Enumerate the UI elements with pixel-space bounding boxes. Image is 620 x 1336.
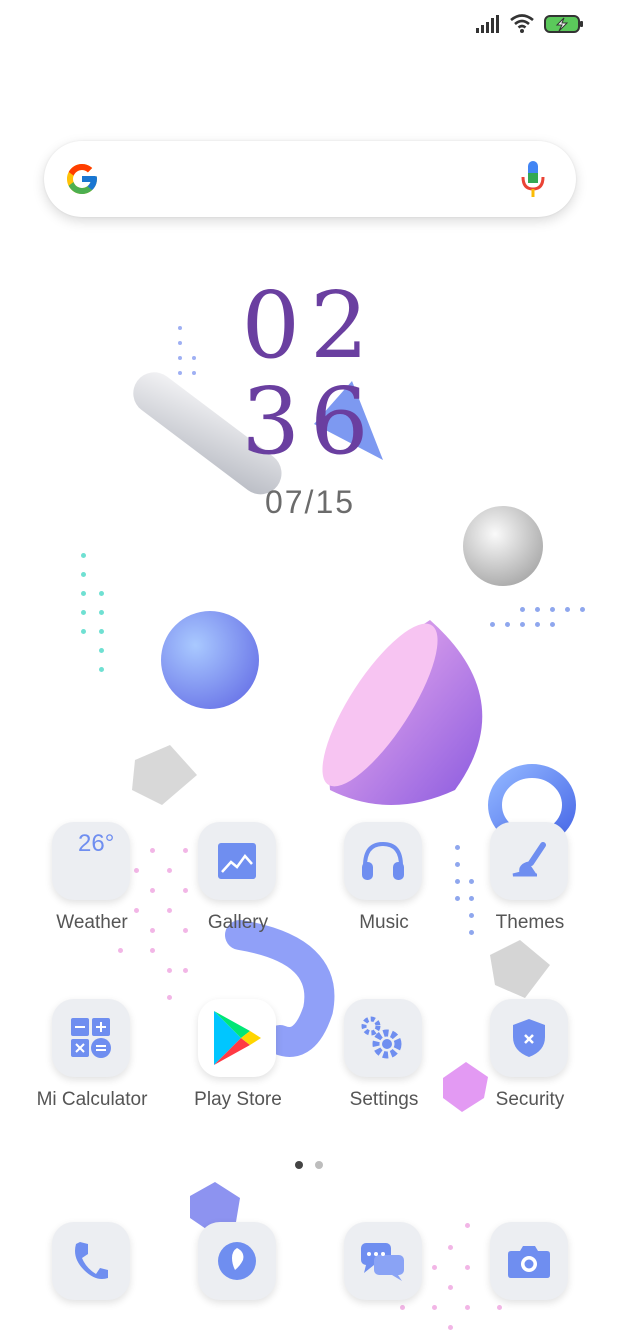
gallery-icon (198, 822, 276, 900)
clock-hour[interactable]: 02 (0, 280, 620, 372)
dock-phone[interactable] (17, 1222, 167, 1302)
gear-icon (344, 999, 422, 1077)
app-label: Security (495, 1089, 565, 1110)
brush-icon (490, 822, 568, 900)
app-label: Play Store (194, 1089, 282, 1110)
app-mi-calculator[interactable]: Mi Calculator (17, 999, 167, 1129)
app-music[interactable]: Music (309, 822, 459, 952)
play-store-icon (198, 999, 276, 1077)
app-label: Gallery (207, 912, 269, 933)
dock-messages[interactable] (309, 1222, 459, 1302)
weather-temp: 26° (78, 830, 115, 857)
app-gallery[interactable]: Gallery (163, 822, 313, 952)
dock-camera[interactable] (455, 1222, 605, 1302)
page-dot-active[interactable] (295, 1161, 303, 1169)
clock-date[interactable]: 07/15 (0, 484, 620, 521)
dock-browser[interactable] (163, 1222, 313, 1302)
app-security[interactable]: Security (455, 999, 605, 1129)
clock-minute[interactable]: 36 (0, 376, 620, 468)
phone-icon (52, 1222, 130, 1300)
app-label: Mi Calculator (36, 1089, 148, 1110)
weather-icon: 26° (52, 822, 130, 900)
browser-icon (198, 1222, 276, 1300)
page-indicator[interactable] (295, 1161, 323, 1169)
app-label: Themes (495, 912, 565, 933)
camera-icon (490, 1222, 568, 1300)
app-weather[interactable]: 26° Weather (17, 822, 167, 952)
app-label: Weather (56, 912, 128, 933)
calculator-icon (52, 999, 130, 1077)
app-settings[interactable]: Settings (309, 999, 459, 1129)
wallpaper-decoration (132, 372, 576, 1233)
app-play-store[interactable]: Play Store (163, 999, 313, 1129)
headphones-icon (344, 822, 422, 900)
messages-icon (344, 1222, 422, 1300)
page-dot[interactable] (315, 1161, 323, 1169)
app-label: Settings (349, 1089, 419, 1110)
shield-icon (490, 999, 568, 1077)
app-themes[interactable]: Themes (455, 822, 605, 952)
app-label: Music (359, 912, 409, 933)
